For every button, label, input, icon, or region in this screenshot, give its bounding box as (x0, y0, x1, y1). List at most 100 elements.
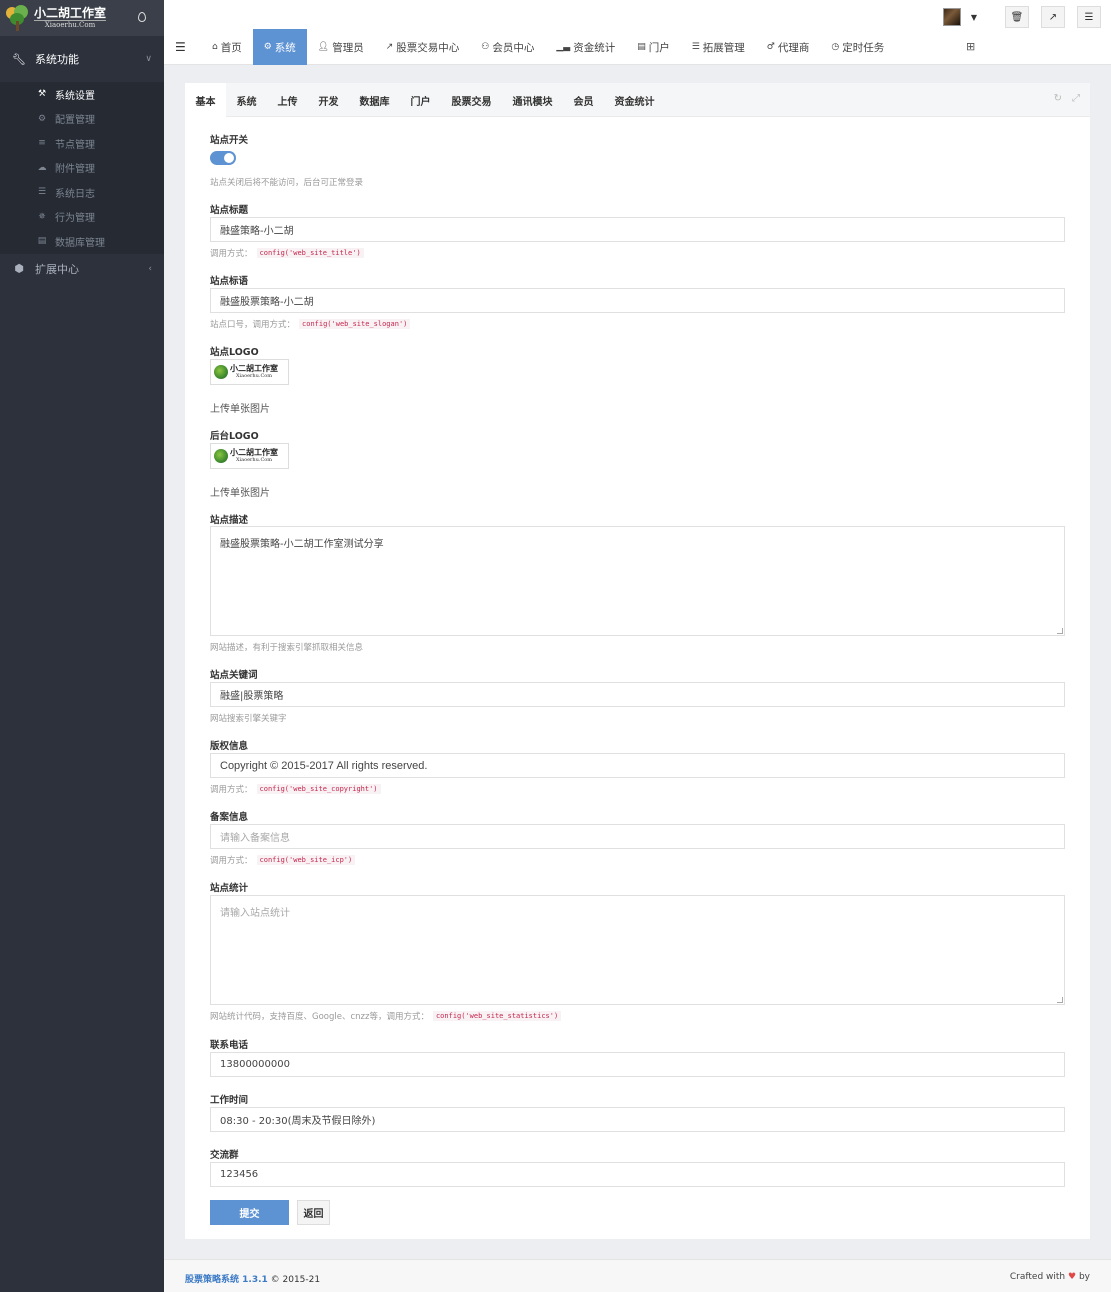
logo[interactable]: 小二胡工作室 Xiaoerhu.Com (34, 7, 107, 29)
tab-extensions[interactable]: ☰ 拓展管理 (681, 29, 756, 65)
config-tab-develop[interactable]: 开发 (308, 83, 349, 117)
statistics-label: 站点统计 (210, 883, 249, 894)
bug-icon: ✵ (38, 211, 46, 222)
bar-chart-icon: ▁▃ (556, 42, 571, 52)
config-tab-system[interactable]: 系统 (226, 83, 267, 117)
chevron-down-icon: ∨ (145, 54, 152, 64)
footer-years: © 2015-21 (270, 1275, 321, 1285)
tab-portal[interactable]: ▤ 门户 (626, 29, 681, 65)
config-tabs: 基本 系统 上传 开发 数据库 门户 股票交易 通讯模块 会员 资金统计 ↻ ⤢ (185, 83, 1090, 117)
menu-group-label: 系统功能 (35, 53, 79, 66)
theme-drop-icon[interactable] (138, 12, 146, 22)
config-tab-portal[interactable]: 门户 (400, 83, 441, 117)
avatar (942, 8, 961, 26)
config-tab-stock[interactable]: 股票交易 (441, 83, 502, 117)
site-switch-toggle[interactable] (210, 151, 236, 165)
open-site-button[interactable]: ↗ (1041, 6, 1065, 28)
heart-icon: ♥ (1068, 1272, 1077, 1282)
grid-icon[interactable]: ⊞ (966, 40, 975, 53)
config-tab-member[interactable]: 会员 (563, 83, 604, 117)
sidebar-item-label: 节点管理 (55, 139, 95, 151)
menu-group-label: 扩展中心 (35, 262, 79, 276)
logo-tree-icon (214, 365, 228, 379)
site-switch-label: 站点开关 (210, 135, 249, 146)
thumb-title: 小二胡工作室 (230, 448, 278, 457)
refresh-icon[interactable]: ↻ (1054, 93, 1062, 104)
card-tools: ↻ ⤢ (1054, 93, 1080, 104)
menu-toggle-icon[interactable]: ☰ (175, 40, 186, 54)
resize-grip-icon[interactable] (1057, 997, 1063, 1003)
back-button[interactable]: 返回 (297, 1200, 330, 1225)
clear-cache-button[interactable]: 🗑︎ (1005, 6, 1029, 28)
settings-panel-button[interactable]: ☰ (1077, 6, 1101, 28)
trash-icon: 🗑︎ (1010, 11, 1024, 23)
copyright-input[interactable]: Copyright © 2015-2017 All rights reserve… (210, 753, 1065, 778)
top-nav: ⌂ 首页 ⚙ 系统 👤︎ 管理员 ↗ 股票交易中心 ⚇ 会员中心 ▁▃ 资金统计 ▤ 门户 ☰… (201, 29, 895, 65)
help-text: 调用方式： (210, 785, 253, 795)
menu-group-extensions[interactable]: ⬢ 扩展中心 ‹ (0, 254, 164, 284)
gears-icon: ⚙ (37, 113, 47, 124)
sidebar-item-attachments[interactable]: ☁ 附件管理 (0, 156, 164, 181)
tab-cron[interactable]: ◷ 定时任务 (820, 29, 895, 65)
textarea-placeholder: 请输入站点统计 (220, 908, 290, 919)
tab-label: 管理员 (332, 41, 364, 54)
config-tab-funds[interactable]: 资金统计 (604, 83, 665, 117)
cloud-upload-icon: ☁ (37, 162, 47, 173)
tab-admin[interactable]: 👤︎ 管理员 (307, 29, 375, 65)
user-menu[interactable]: ▼ (939, 6, 981, 28)
sidebar-item-nodes[interactable]: ≡ 节点管理 (0, 131, 164, 156)
tab-funds[interactable]: ▁▃ 资金统计 (545, 29, 626, 65)
site-logo-thumbnail[interactable]: 小二胡工作室 Xiaoerhu.Com (210, 359, 289, 385)
config-tab-basic[interactable]: 基本 (185, 83, 226, 117)
phone-label: 联系电话 (210, 1040, 249, 1051)
sidebar-item-logs[interactable]: ☰ 系统日志 (0, 180, 164, 205)
site-desc-help: 网站描述，有利于搜索引擎抓取相关信息 (210, 643, 364, 653)
code-snippet: config('web_site_copyright') (256, 784, 381, 794)
tab-label: 资金统计 (573, 41, 616, 54)
site-title-input[interactable]: 融盛策略-小二胡 (210, 217, 1065, 242)
list-icon: ☰ (691, 42, 700, 52)
site-logo-upload-hint[interactable]: 上传单张图片 (210, 400, 270, 415)
group-input[interactable]: 123456 (210, 1162, 1065, 1187)
config-tab-database[interactable]: 数据库 (349, 83, 400, 117)
database-icon: ▤ (37, 236, 47, 247)
logo-bar: 小二胡工作室 Xiaoerhu.Com (0, 0, 164, 36)
menu-group-system[interactable]: 🔧︎ 系统功能 ∨ (0, 36, 164, 82)
site-slogan-input[interactable]: 融盛股票策略-小二胡 (210, 288, 1065, 313)
config-tab-comm[interactable]: 通讯模块 (502, 83, 563, 117)
tab-members[interactable]: ⚇ 会员中心 (470, 29, 545, 65)
fullscreen-icon[interactable]: ⤢ (1072, 93, 1080, 104)
tab-stock-trading[interactable]: ↗ 股票交易中心 (375, 29, 471, 65)
work-time-input[interactable]: 08:30 - 20:30(周末及节假日除外) (210, 1107, 1065, 1132)
tab-system[interactable]: ⚙ 系统 (252, 29, 307, 65)
footer-brand-link[interactable]: 股票策略系统 1.3.1 (185, 1275, 268, 1285)
config-tab-upload[interactable]: 上传 (267, 83, 308, 117)
tab-label: 首页 (220, 41, 242, 54)
sidebar-item-actions[interactable]: ✵ 行为管理 (0, 205, 164, 230)
code-snippet: config('web_site_title') (256, 248, 364, 258)
chevron-left-icon: ‹ (148, 263, 152, 274)
admin-logo-upload-hint[interactable]: 上传单张图片 (210, 484, 270, 499)
site-desc-textarea[interactable]: 融盛股票策略-小二胡工作室测试分享 (210, 526, 1065, 636)
icp-input[interactable]: 请输入备案信息 (210, 824, 1065, 849)
tab-agents[interactable]: ♂ 代理商 (756, 29, 821, 65)
sidebar-item-config[interactable]: ⚙ 配置管理 (0, 107, 164, 132)
help-text: 站点口号，调用方式： (210, 320, 296, 330)
users-icon: ⚇ (481, 42, 490, 52)
logo-tree-icon (4, 3, 32, 33)
icp-help: 调用方式： config('web_site_icp') (210, 854, 356, 866)
admin-logo-thumbnail[interactable]: 小二胡工作室 Xiaoerhu.Com (210, 443, 289, 469)
thumb-title: 小二胡工作室 (230, 364, 278, 373)
sidebar-item-system-settings[interactable]: ⚒ 系统设置 (0, 82, 164, 107)
submit-button[interactable]: 提交 (210, 1200, 289, 1225)
bars-icon: ≡ (38, 138, 46, 149)
site-logo-label: 站点LOGO (210, 347, 259, 358)
group-label: 交流群 (210, 1150, 239, 1161)
site-keywords-input[interactable]: 融盛|股票策略 (210, 682, 1065, 707)
file-text-icon: ☰ (37, 187, 47, 198)
resize-grip-icon[interactable] (1057, 628, 1063, 634)
statistics-textarea[interactable]: 请输入站点统计 (210, 895, 1065, 1005)
sidebar-item-database[interactable]: ▤ 数据库管理 (0, 229, 164, 254)
phone-input[interactable]: 13800000000 (210, 1052, 1065, 1077)
tab-home[interactable]: ⌂ 首页 (201, 29, 253, 65)
